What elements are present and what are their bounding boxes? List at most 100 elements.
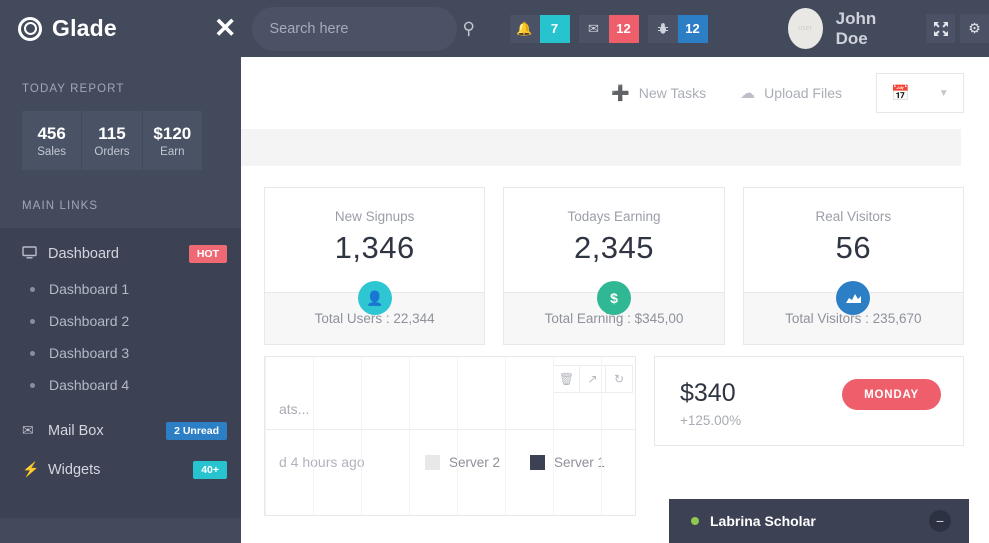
new-tasks-button[interactable]: ➕ New Tasks (611, 84, 706, 102)
brand-name: Glade (52, 15, 117, 41)
badge-notifications-count: 7 (539, 14, 570, 43)
online-status-icon (691, 517, 699, 525)
day-badge[interactable]: MONDAY (842, 379, 941, 410)
user-name: John Doe (835, 8, 877, 48)
fullscreen-icon[interactable] (926, 14, 955, 43)
sidebar-item-label: Dashboard 3 (49, 345, 130, 361)
panel-header: 🗑 ↗ ↻ (265, 357, 635, 401)
report-value: 456 (37, 123, 66, 143)
new-tasks-label: New Tasks (638, 85, 707, 101)
card-body: Todays Earning 2,345 (504, 188, 723, 292)
panel-tools: 🗑 ↗ ↻ (553, 365, 633, 393)
badge-bugs-count: 12 (677, 14, 708, 43)
card-title: Real Visitors (815, 209, 892, 224)
report-label: Sales (37, 145, 67, 158)
main-content: ➕ New Tasks ☁ Upload Files 📅 ▼ New Signu… (241, 57, 989, 543)
money-percent: +125.00% (680, 413, 742, 428)
legend-swatch (529, 454, 545, 470)
right-column: $340 +125.00% MONDAY (654, 356, 964, 516)
sidebar-badge-hot: HOT (188, 244, 227, 263)
close-icon[interactable]: ✕ (214, 15, 237, 42)
dollar-icon: $ (596, 281, 631, 315)
trash-icon[interactable]: 🗑 (554, 366, 580, 392)
avatar-label: user (798, 25, 812, 32)
bolt-icon: ⚡ (22, 461, 40, 477)
sidebar-item-dashboard-2[interactable]: Dashboard 2 (0, 305, 241, 337)
upload-files-label: Upload Files (764, 85, 842, 101)
bug-icon (647, 14, 678, 43)
sidebar-item-label: Mail Box (48, 422, 104, 439)
card-title: New Signups (334, 209, 415, 224)
legend-label: Server 2 (448, 454, 500, 470)
sidebar-badge-widgets: 40+ (193, 460, 227, 479)
gear-icon[interactable]: ⚙ (960, 14, 989, 43)
envelope-icon: ✉ (578, 14, 609, 43)
badge-notifications[interactable]: 🔔 7 (509, 14, 570, 43)
date-picker-button[interactable]: 📅 ▼ (876, 73, 964, 113)
bullet-icon (30, 286, 35, 292)
panel-subtitle: ats... (279, 401, 310, 417)
search-box[interactable]: ⚲ (251, 6, 475, 51)
sidebar-item-label: Dashboard 1 (49, 281, 130, 297)
top-header: Glade ✕ ⚲ 🔔 7 ✉ 12 12 u (0, 0, 989, 57)
cloud-upload-icon: ☁ (740, 85, 756, 102)
chevron-down-icon: ▼ (938, 87, 949, 99)
brand[interactable]: Glade (0, 15, 186, 42)
badge-bugs[interactable]: 12 (647, 14, 708, 43)
card-value: 56 (835, 230, 872, 265)
sidebar-item-label: Dashboard 2 (49, 313, 130, 329)
sidebar-item-widgets[interactable]: ⚡ Widgets 40+ (0, 450, 241, 489)
target-icon (18, 16, 42, 41)
sidebar-badge-unread: 2 Unread (166, 421, 227, 440)
expand-icon[interactable]: ↗ (580, 366, 606, 392)
avatar[interactable]: user (787, 8, 823, 49)
money-card: $340 +125.00% MONDAY (654, 356, 964, 446)
sidebar-item-mail-box[interactable]: ✉ Mail Box 2 Unread (0, 411, 241, 450)
search-input[interactable] (269, 20, 457, 37)
sidebar-item-dashboard-3[interactable]: Dashboard 3 (0, 337, 241, 369)
sidebar-item-label: Dashboard 4 (49, 377, 130, 393)
sidebar-item-dashboard-4[interactable]: Dashboard 4 (0, 369, 241, 401)
chat-widget[interactable]: Labrina Scholar − (669, 499, 969, 543)
legend-swatch (424, 454, 440, 470)
report-stat-earn: $120 Earn (142, 111, 202, 170)
header-actions: ⚙ (926, 14, 989, 43)
sidebar-item-dashboard-1[interactable]: Dashboard 1 (0, 273, 241, 305)
legend-item-server2: Server 2 (424, 454, 500, 470)
today-report-title: TODAY REPORT (22, 83, 125, 95)
report-stat-orders: 115 Orders (82, 111, 143, 170)
card-body: Real Visitors 56 (744, 188, 963, 292)
dashboard-page: Glade ✕ ⚲ 🔔 7 ✉ 12 12 u (0, 0, 989, 543)
bullet-icon (30, 318, 35, 324)
legend-item-server1: Server 1 (529, 454, 605, 470)
banner-placeholder (241, 129, 961, 166)
money-amount: $340 (680, 379, 736, 407)
report-value: 115 (98, 123, 126, 143)
sidebar-item-dashboard[interactable]: Dashboard HOT (0, 234, 241, 273)
sidebar-nav: Dashboard HOT Dashboard 1 Dashboard 2 Da… (0, 228, 241, 518)
content-toolbar: ➕ New Tasks ☁ Upload Files 📅 ▼ (241, 57, 989, 129)
bell-icon: 🔔 (509, 14, 540, 43)
upload-files-button[interactable]: ☁ Upload Files (740, 84, 842, 102)
money-info: $340 +125.00% (680, 379, 842, 445)
search-icon[interactable]: ⚲ (463, 19, 475, 39)
sidebar-item-label: Widgets (48, 461, 101, 478)
server-chart-panel: 🗑 ↗ ↻ ats... d 4 hours ago Server 2 Serv… (264, 356, 636, 516)
card-value: 1,346 (334, 230, 415, 265)
refresh-icon[interactable]: ↻ (606, 366, 632, 392)
minus-icon[interactable]: − (929, 510, 951, 532)
notification-badges: 🔔 7 ✉ 12 12 (509, 14, 708, 43)
stat-cards: New Signups 1,346 👤 Total Users : 22,344… (241, 166, 989, 345)
card-todays-earning: Todays Earning 2,345 $ Total Earning : $… (503, 187, 725, 345)
card-new-signups: New Signups 1,346 👤 Total Users : 22,344 (264, 187, 486, 345)
panel-legend: d 4 hours ago Server 2 Server 1 (265, 430, 635, 470)
badge-messages[interactable]: ✉ 12 (578, 14, 639, 43)
sidebar: TODAY REPORT 456 Sales 115 Orders $120 E… (0, 57, 241, 543)
card-real-visitors: Real Visitors 56 Total Visitors : 235,67… (742, 187, 964, 345)
user-area[interactable]: user John Doe ⚙ (787, 8, 989, 49)
monitor-icon (22, 245, 48, 262)
report-label: Earn (160, 145, 185, 158)
report-stat-sales: 456 Sales (22, 111, 83, 170)
legend-label: Server 1 (553, 454, 605, 470)
envelope-icon: ✉ (22, 422, 34, 438)
